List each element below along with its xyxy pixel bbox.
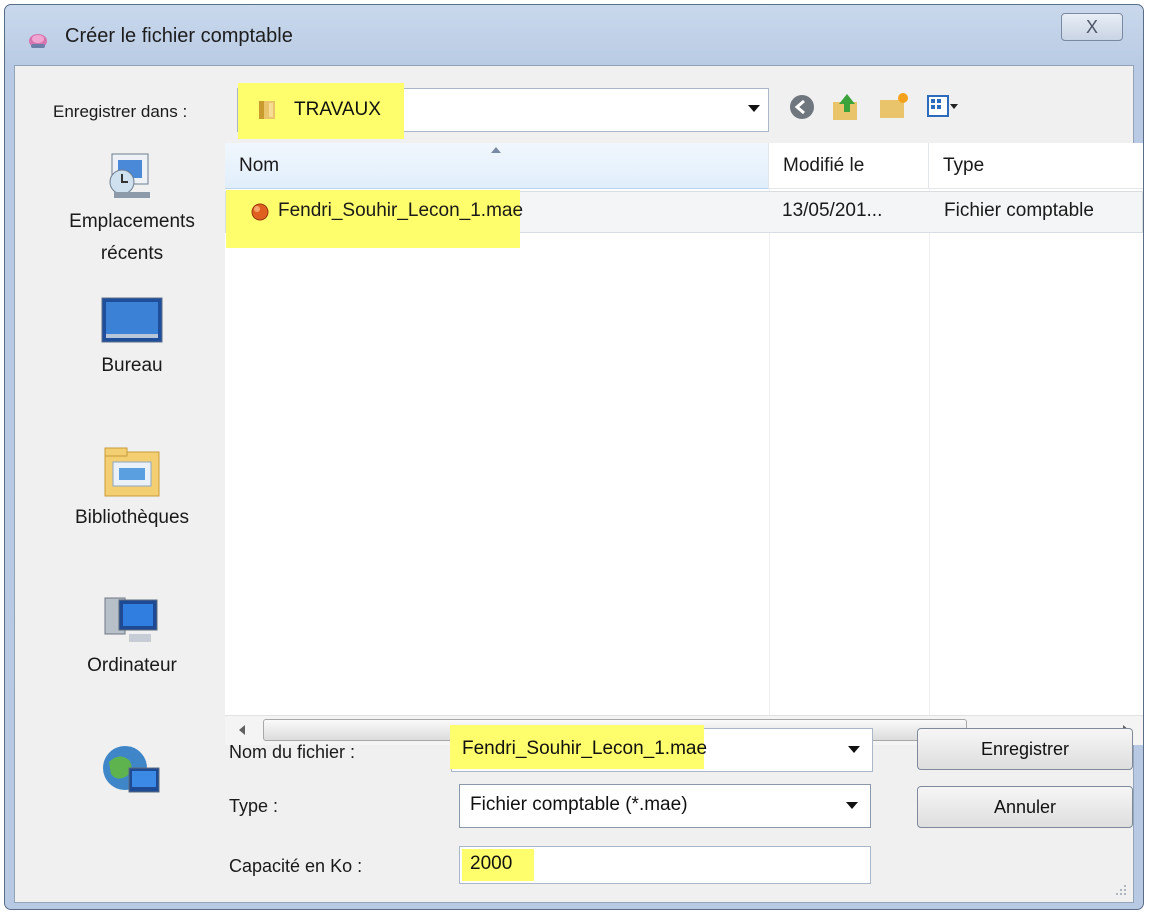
recent-places-icon	[109, 153, 150, 198]
column-header-name[interactable]: Nom	[225, 143, 769, 189]
app-icon	[29, 34, 47, 48]
file-type-value: Fichier comptable (*.mae)	[470, 794, 688, 815]
column-type-label: Type	[943, 155, 985, 176]
place-network[interactable]	[37, 738, 227, 802]
file-name: Fendri_Souhir_Lecon_1.mae	[278, 200, 524, 221]
current-folder-name: TRAVAUX	[294, 99, 381, 120]
place-recent[interactable]: Emplacements récents	[37, 146, 227, 270]
chevron-down-icon[interactable]	[848, 746, 860, 753]
column-divider	[929, 189, 930, 715]
place-label: Bibliothèques	[74, 507, 190, 528]
close-button[interactable]: X	[1061, 13, 1123, 41]
network-icon	[103, 746, 160, 793]
place-label: Bureau	[101, 355, 163, 376]
save-in-label: Enregistrer dans :	[53, 102, 188, 121]
place-label: Ordinateur	[87, 655, 177, 676]
table-row[interactable]: Fendri_Souhir_Lecon_1.mae 13/05/201... F…	[225, 190, 1143, 248]
file-modified: 13/05/201...	[782, 200, 883, 221]
title-bar[interactable]: Créer le fichier comptable X	[5, 5, 1143, 71]
computer-icon	[104, 597, 158, 642]
place-desktop[interactable]: Bureau	[37, 294, 227, 382]
capacity-label: Capacité en Ko :	[229, 856, 363, 876]
dialog-body: Enregistrer dans : TRAVAUX Emplacements …	[14, 65, 1143, 903]
accounting-file-icon	[251, 203, 269, 221]
save-button[interactable]: Enregistrer	[917, 728, 1133, 770]
new-folder-icon[interactable]	[877, 90, 911, 124]
up-folder-icon[interactable]	[829, 90, 863, 124]
window-title: Créer le fichier comptable	[65, 25, 293, 47]
chevron-down-icon[interactable]	[846, 802, 858, 809]
file-list[interactable]: Nom Modifié le Type Fendri_Souhir_Lecon_…	[225, 143, 1143, 715]
column-modified-label: Modifié le	[783, 155, 865, 176]
column-header-type[interactable]: Type	[929, 143, 1143, 189]
filename-combo[interactable]: Fendri_Souhir_Lecon_1.mae	[450, 725, 873, 772]
filename-label: Nom du fichier :	[229, 742, 356, 762]
chevron-down-icon[interactable]	[748, 105, 760, 112]
cancel-button[interactable]: Annuler	[917, 786, 1133, 828]
view-menu-icon[interactable]	[925, 90, 959, 124]
save-dialog-window: Créer le fichier comptable X Enregistrer…	[4, 4, 1144, 910]
desktop-icon	[101, 297, 163, 343]
file-type: Fichier comptable	[944, 200, 1094, 221]
places-bar: Emplacements récents Bureau Bibliothèque…	[37, 146, 227, 891]
back-icon[interactable]	[785, 90, 819, 124]
save-in-combo[interactable]: TRAVAUX	[237, 83, 769, 139]
capacity-input[interactable]: 2000	[459, 846, 871, 884]
capacity-value: 2000	[470, 853, 513, 874]
column-divider	[769, 189, 770, 715]
sort-ascending-icon	[491, 147, 501, 153]
file-type-select[interactable]: Fichier comptable (*.mae)	[459, 784, 871, 828]
filename-value: Fendri_Souhir_Lecon_1.mae	[462, 738, 708, 759]
scroll-left-icon[interactable]	[239, 725, 245, 735]
place-label: Emplacements récents	[69, 211, 195, 264]
column-name-label: Nom	[239, 155, 280, 176]
column-header-modified[interactable]: Modifié le	[769, 143, 929, 189]
resize-grip-icon[interactable]	[1115, 884, 1127, 896]
libraries-icon	[104, 447, 160, 497]
folder-icon	[259, 101, 275, 119]
place-libraries[interactable]: Bibliothèques	[37, 442, 227, 534]
type-label: Type :	[229, 796, 279, 816]
place-computer[interactable]: Ordinateur	[37, 590, 227, 682]
